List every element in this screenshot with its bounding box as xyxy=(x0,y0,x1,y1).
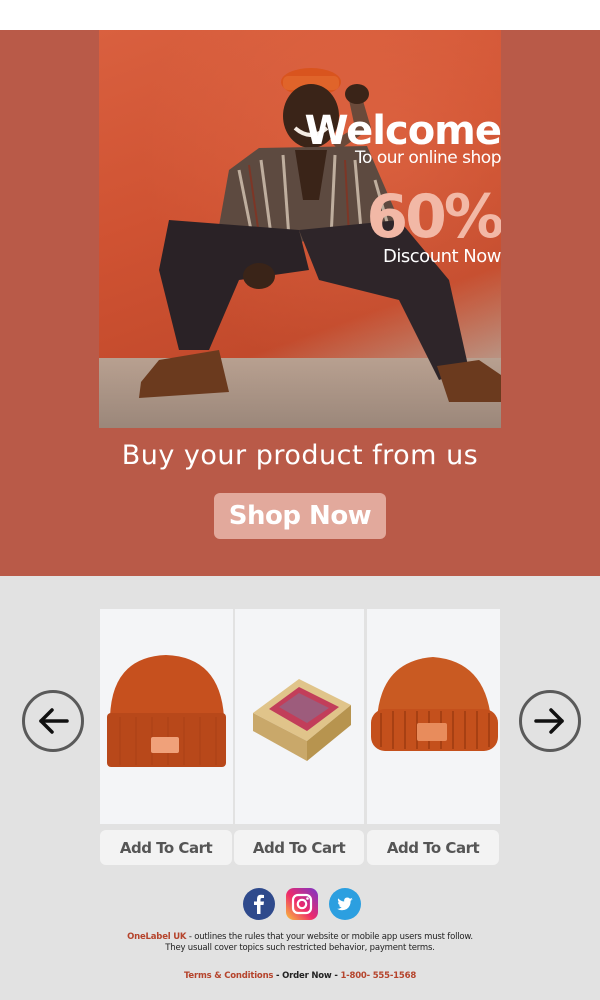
add-to-cart-button[interactable]: Add To Cart xyxy=(100,830,232,865)
facebook-link[interactable] xyxy=(243,888,275,920)
order-now-link[interactable]: Order Now xyxy=(282,971,332,981)
carousel-next-button[interactable] xyxy=(519,690,581,752)
discount-percentage: 60% xyxy=(366,182,501,252)
twitter-icon xyxy=(329,888,361,920)
ribbed-beanie-image xyxy=(371,657,498,751)
add-to-cart-button[interactable]: Add To Cart xyxy=(234,830,364,865)
phone-number[interactable]: 1-800- 555-1568 xyxy=(340,971,416,981)
footer-brand: OneLabel UK xyxy=(127,932,187,942)
arrow-left-icon xyxy=(39,708,69,734)
shop-now-button[interactable]: Shop Now xyxy=(214,493,386,539)
discount-label: Discount Now xyxy=(383,246,501,267)
footer-line-1: - outlines the rules that your website o… xyxy=(186,932,473,942)
arrow-right-icon xyxy=(534,708,564,734)
instagram-icon xyxy=(286,888,318,920)
hero-tagline: Buy your product from us xyxy=(121,440,479,471)
product-carousel: Add To Cart Add To Cart Add To Cart OneL… xyxy=(0,576,600,1000)
hero-banner: Welcome To our online shop 60% Discount … xyxy=(0,30,600,576)
product-card-ribbed-beanie[interactable] xyxy=(367,609,500,824)
facebook-icon xyxy=(243,888,275,920)
instagram-link[interactable] xyxy=(286,888,318,920)
footer-line-2: They usuall cover topics such restricted… xyxy=(165,943,435,953)
footer-separator: - xyxy=(273,971,283,981)
add-to-cart-button[interactable]: Add To Cart xyxy=(367,830,499,865)
twitter-link[interactable] xyxy=(329,888,361,920)
product-card-boxed-beanie[interactable] xyxy=(235,609,364,824)
orange-beanie-image xyxy=(107,655,226,767)
product-card-orange-beanie[interactable] xyxy=(100,609,233,824)
welcome-subheading: To our online shop xyxy=(355,148,501,168)
carousel-prev-button[interactable] xyxy=(22,690,84,752)
terms-link[interactable]: Terms & Conditions xyxy=(184,971,274,981)
hero-photo: Welcome To our online shop 60% Discount … xyxy=(99,30,501,428)
footer-description: OneLabel UK - outlines the rules that yo… xyxy=(0,932,600,942)
footer-links: Terms & Conditions - Order Now - 1-800- … xyxy=(0,971,600,981)
boxed-beanie-image xyxy=(253,679,351,761)
